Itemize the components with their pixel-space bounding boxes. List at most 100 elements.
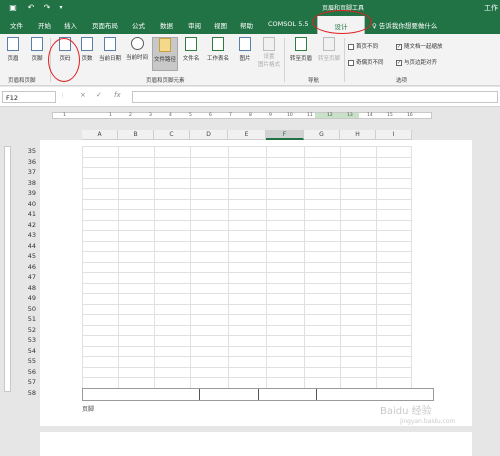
row-number[interactable]: 57 xyxy=(14,377,36,388)
group-label-options: 选项 xyxy=(396,78,408,84)
column-header-selected[interactable]: F xyxy=(266,130,304,140)
column-header[interactable]: C xyxy=(154,130,190,140)
row-number[interactable]: 55 xyxy=(14,356,36,367)
tab-review[interactable]: 审阅 xyxy=(188,20,201,30)
row-number[interactable]: 45 xyxy=(14,251,36,262)
diff-first-page-checkbox[interactable]: 首页不同 xyxy=(348,42,378,50)
column-header[interactable]: G xyxy=(304,130,340,140)
row-number[interactable]: 40 xyxy=(14,199,36,210)
tab-comsol[interactable]: COMSOL 5.5 xyxy=(268,20,309,28)
column-header[interactable]: B xyxy=(118,130,154,140)
tab-formulas[interactable]: 公式 xyxy=(132,20,145,30)
tell-me-search[interactable]: ♀ 告诉我你想要做什么 xyxy=(372,20,437,30)
file-name-label: 文件名 xyxy=(182,56,200,62)
scale-with-doc-label: 随文档一起缩放 xyxy=(404,44,443,50)
more-options-icon[interactable]: ⋮ xyxy=(60,93,65,99)
row-number[interactable]: 51 xyxy=(14,314,36,325)
goto-footer-button: 转至页脚 xyxy=(316,37,342,71)
row-number[interactable]: 42 xyxy=(14,220,36,231)
fx-icon[interactable]: fx xyxy=(114,91,121,99)
current-time-button[interactable]: 当前时间 xyxy=(124,37,150,71)
row-number[interactable]: 37 xyxy=(14,167,36,178)
row-number[interactable]: 38 xyxy=(14,178,36,189)
gridline xyxy=(82,240,412,242)
group-label-nav: 导航 xyxy=(308,78,320,84)
customize-qat-icon[interactable]: ▾ xyxy=(56,3,66,13)
enter-icon[interactable]: ✓ xyxy=(96,91,102,99)
watermark-url: jingyan.baidu.com xyxy=(400,418,456,425)
footer-label: 页脚 xyxy=(82,406,95,413)
sheet-name-label: 工作表名 xyxy=(206,56,229,62)
current-date-button[interactable]: 当前日期 xyxy=(98,37,122,71)
file-name-button[interactable]: 文件名 xyxy=(180,37,202,71)
row-number[interactable]: 49 xyxy=(14,293,36,304)
gridline xyxy=(82,293,412,294)
format-picture-label-2: 图片格式 xyxy=(257,62,280,68)
next-page[interactable] xyxy=(40,432,472,456)
vertical-ruler[interactable] xyxy=(4,146,11,392)
row-number[interactable]: 46 xyxy=(14,262,36,273)
picture-icon xyxy=(239,37,251,51)
row-number[interactable]: 39 xyxy=(14,188,36,199)
tab-insert[interactable]: 插入 xyxy=(64,20,77,30)
row-number[interactable]: 48 xyxy=(14,283,36,294)
tab-home[interactable]: 开始 xyxy=(38,20,51,30)
footer-button[interactable]: 页脚 xyxy=(26,37,48,71)
row-number[interactable]: 56 xyxy=(14,367,36,378)
row-number[interactable]: 53 xyxy=(14,335,36,346)
align-margins-checkbox[interactable]: ✓ 与页边距对齐 xyxy=(396,58,437,66)
goto-header-button[interactable]: 转至页眉 xyxy=(288,37,314,71)
row-number[interactable]: 47 xyxy=(14,272,36,283)
column-header[interactable]: I xyxy=(376,130,412,140)
footer-button-label: 页脚 xyxy=(31,56,43,62)
gridline xyxy=(82,324,412,326)
tab-file[interactable]: 文件 xyxy=(10,20,23,30)
picture-button[interactable]: 图片 xyxy=(234,37,256,71)
gridline xyxy=(82,219,412,221)
row-number[interactable]: 58 xyxy=(14,388,36,399)
file-path-button[interactable]: 文件路径 xyxy=(152,37,178,71)
column-header[interactable]: D xyxy=(190,130,228,140)
name-box[interactable]: F12 xyxy=(2,91,56,103)
column-header[interactable]: A xyxy=(82,130,118,140)
row-number[interactable]: 52 xyxy=(14,325,36,336)
header-button[interactable]: 页眉 xyxy=(2,37,24,71)
cancel-icon[interactable]: × xyxy=(80,91,86,99)
checkbox-unchecked xyxy=(348,59,354,66)
save-icon[interactable]: ▣ xyxy=(8,3,18,13)
formula-input[interactable] xyxy=(132,91,498,103)
row-number[interactable]: 35 xyxy=(14,146,36,157)
diff-first-label: 首页不同 xyxy=(356,44,379,50)
diff-odd-even-checkbox[interactable]: 奇偶页不同 xyxy=(348,58,384,66)
row-number[interactable]: 54 xyxy=(14,346,36,357)
undo-icon[interactable]: ↶ xyxy=(26,3,36,13)
tab-page-layout[interactable]: 页面布局 xyxy=(92,20,118,30)
row-number[interactable]: 50 xyxy=(14,304,36,315)
sheet-name-button[interactable]: 工作表名 xyxy=(204,37,232,71)
row-number[interactable]: 36 xyxy=(14,157,36,168)
horizontal-ruler[interactable]: 1 1 2 3 4 5 6 7 8 9 10 11 12 13 14 15 16 xyxy=(52,112,432,119)
gridline xyxy=(82,146,83,388)
scale-with-doc-checkbox[interactable]: ✓ 随文档一起缩放 xyxy=(396,42,443,50)
row-number[interactable]: 44 xyxy=(14,241,36,252)
header-button-label: 页眉 xyxy=(7,56,19,62)
gridline xyxy=(82,303,412,305)
row-number[interactable]: 43 xyxy=(14,230,36,241)
tab-help[interactable]: 帮助 xyxy=(240,20,253,30)
page-layout-sheet[interactable]: 页脚 xyxy=(40,140,472,426)
row-number[interactable]: 41 xyxy=(14,209,36,220)
footer-area[interactable] xyxy=(82,388,434,401)
cell-grid[interactable] xyxy=(82,146,412,389)
redo-icon[interactable]: ↷ xyxy=(42,3,52,13)
goto-header-label: 转至页眉 xyxy=(289,56,312,62)
ruler-tick: 9 xyxy=(269,113,272,118)
picture-label: 图片 xyxy=(239,56,251,62)
checkbox-checked: ✓ xyxy=(396,59,402,66)
footer-center-section[interactable] xyxy=(199,389,317,400)
column-header[interactable]: H xyxy=(340,130,376,140)
tab-data[interactable]: 数据 xyxy=(160,20,173,30)
column-header[interactable]: E xyxy=(228,130,266,140)
gridline xyxy=(82,230,412,231)
ruler-tick: 1 xyxy=(109,113,112,118)
tab-view[interactable]: 视图 xyxy=(214,20,227,30)
